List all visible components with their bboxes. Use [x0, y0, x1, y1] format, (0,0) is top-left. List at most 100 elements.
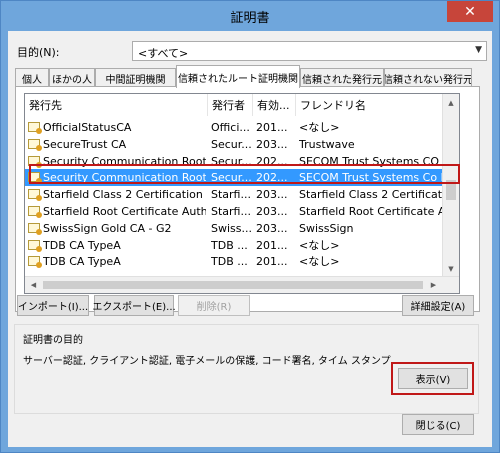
store-tabs: 個人 ほかの人 中間証明機関 信頼されたルート証明機関 信頼された発行元 信頼さ… — [15, 65, 475, 88]
tab-intermediate-ca[interactable]: 中間証明機関 — [95, 68, 176, 87]
scroll-left-icon[interactable]: ◀ — [25, 277, 42, 293]
cell-issued-to: Starfield Class 2 Certification A... — [43, 188, 206, 202]
cell-issuer: Starfi... — [211, 204, 251, 218]
cell-issuer: TDB ... — [211, 238, 248, 252]
list-row[interactable]: SecureTrust CA Secur... 203... Trustwave — [25, 136, 445, 153]
scroll-up-icon[interactable]: ▲ — [443, 94, 459, 111]
tab-untrusted-publishers[interactable]: 信頼されない発行元 — [384, 68, 472, 87]
cell-issuer: Secur... — [211, 137, 252, 151]
certificate-icon — [28, 256, 42, 269]
cell-issued-to: SecureTrust CA — [43, 137, 127, 151]
column-header-label: 発行先 — [29, 99, 62, 112]
scroll-right-icon[interactable]: ▶ — [425, 277, 442, 293]
column-header-label: 発行者 — [212, 99, 245, 112]
import-button[interactable]: インポート(I)... — [17, 295, 89, 316]
certificate-icon — [28, 122, 42, 134]
column-header-issuer[interactable]: 発行者 — [208, 94, 253, 116]
list-row[interactable]: TDB CA TypeA TDB ... 201... <なし> — [25, 253, 445, 270]
chevron-down-icon: ▼ — [475, 45, 482, 55]
purpose-label: 目的(N): — [17, 46, 60, 59]
cell-expiry: 203... — [256, 204, 288, 218]
list-row[interactable]: Starfield Root Certificate Autho... Star… — [25, 203, 445, 220]
purposes-text: サーバー認証, クライアント認証, 電子メールの保護, コード署名, タイム ス… — [23, 356, 391, 367]
list-rows: OfficialStatusCA Offici... 201... <なし> S… — [25, 119, 445, 270]
cell-issued-to: SwissSign Gold CA - G2 — [43, 221, 172, 235]
column-header-issued-to[interactable]: 発行先 — [25, 94, 208, 116]
title-bar[interactable]: 証明書 ✕ — [1, 1, 499, 31]
cell-friendly-name: <なし> — [299, 121, 340, 134]
tab-label: 個人 — [22, 74, 42, 86]
tab-trusted-publishers[interactable]: 信頼された発行元 — [300, 68, 384, 87]
dialog-client-area: 目的(N): <すべて> ▼ 個人 ほかの人 中間証明機関 信頼されたルート証明… — [8, 31, 492, 447]
tab-label: ほかの人 — [52, 74, 92, 86]
cell-friendly-name: Starfield Class 2 Certification A — [299, 188, 445, 202]
cell-expiry: 202... — [256, 154, 288, 168]
tab-personal[interactable]: 個人 — [15, 68, 49, 87]
delete-button[interactable]: 削除(R) — [178, 295, 250, 316]
cell-issued-to: Security Communication RootCA2 — [43, 171, 206, 185]
cell-issued-to: TDB CA TypeA — [43, 255, 121, 269]
certificate-icon — [28, 155, 42, 168]
cell-issued-to: OfficialStatusCA — [43, 121, 132, 134]
column-header-friendly-name[interactable]: フレンドリ名 — [296, 94, 445, 116]
cell-issued-to: Starfield Root Certificate Autho... — [43, 204, 206, 218]
cell-issuer: TDB ... — [211, 255, 248, 269]
tab-label: 信頼された発行元 — [302, 74, 382, 86]
certificate-icon — [28, 222, 42, 235]
advanced-button[interactable]: 詳細設定(A) — [402, 295, 474, 316]
cell-issuer: Offici... — [211, 121, 250, 134]
column-header-label: 有効... — [257, 99, 290, 112]
list-row[interactable]: Starfield Class 2 Certification A... Sta… — [25, 186, 445, 203]
close-button[interactable]: 閉じる(C) — [402, 414, 474, 435]
cell-expiry: 203... — [256, 221, 288, 235]
cell-expiry: 201... — [256, 255, 288, 269]
column-header-expiry[interactable]: 有効... — [253, 94, 296, 116]
view-button[interactable]: 表示(V) — [398, 368, 468, 389]
list-row-selected[interactable]: Security Communication RootCA2 Secur... … — [25, 169, 445, 187]
list-header: 発行先 発行者 有効... フレンドリ名 — [25, 94, 445, 116]
column-header-label: フレンドリ名 — [300, 99, 366, 112]
cell-friendly-name: Starfield Root Certificate Autho — [299, 204, 445, 218]
vertical-scrollbar[interactable]: ▲ ▼ — [442, 94, 459, 277]
list-row[interactable]: Security Communication RootCA1 Secur... … — [25, 153, 445, 170]
window-title: 証明書 — [230, 11, 270, 26]
certificate-icon — [28, 138, 42, 151]
certificate-icon — [28, 205, 42, 218]
cell-friendly-name: Trustwave — [299, 137, 355, 151]
export-button[interactable]: エクスポート(E)... — [92, 295, 176, 316]
tab-label: 信頼されたルート証明機関 — [178, 73, 298, 85]
vertical-scroll-thumb[interactable] — [446, 180, 456, 200]
cell-friendly-name: SwissSign — [299, 221, 354, 235]
horizontal-scrollbar[interactable]: ◀ ▶ — [25, 276, 459, 293]
certificate-list[interactable]: 発行先 発行者 有効... フレンドリ名 OfficialStatusCA Of… — [24, 93, 460, 294]
cell-issuer: Secur... — [211, 154, 252, 168]
cell-expiry: 203... — [256, 137, 288, 151]
list-row[interactable]: TDB CA TypeA TDB ... 201... <なし> — [25, 237, 445, 254]
list-row[interactable]: SwissSign Gold CA - G2 Swiss... 203... S… — [25, 220, 445, 237]
cell-friendly-name: SECOM Trust Systems Co Ltd. — [299, 171, 445, 185]
certificate-icon — [28, 239, 42, 252]
horizontal-scroll-thumb[interactable] — [43, 281, 423, 289]
cell-issuer: Secur... — [211, 171, 252, 185]
tab-trusted-root-ca[interactable]: 信頼されたルート証明機関 — [176, 65, 300, 88]
tab-label: 信頼されない発行元 — [384, 74, 472, 86]
cell-issuer: Swiss... — [211, 221, 252, 235]
purpose-select-value: <すべて> — [138, 47, 189, 60]
scroll-down-icon[interactable]: ▼ — [443, 260, 459, 277]
window-close-button[interactable]: ✕ — [447, 1, 493, 22]
list-row[interactable]: OfficialStatusCA Offici... 201... <なし> — [25, 119, 445, 136]
purpose-select[interactable]: <すべて> ▼ — [132, 41, 487, 61]
cell-expiry: 203... — [256, 188, 288, 202]
cell-expiry: 202... — [256, 171, 288, 185]
cell-expiry: 201... — [256, 238, 288, 252]
certificate-icon — [28, 172, 42, 185]
close-icon: ✕ — [464, 3, 476, 20]
cell-friendly-name: <なし> — [299, 255, 340, 269]
cell-issuer: Starfi... — [211, 188, 251, 202]
tab-label: 中間証明機関 — [105, 74, 166, 86]
cell-expiry: 201... — [256, 121, 288, 134]
certificate-dialog-window: 証明書 ✕ 目的(N): <すべて> ▼ 個人 ほかの人 中間証明機関 信頼され… — [0, 0, 500, 453]
tab-other-people[interactable]: ほかの人 — [49, 68, 95, 87]
cell-friendly-name: SECOM Trust Systems CO LTD — [299, 154, 445, 168]
cell-friendly-name: <なし> — [299, 238, 340, 252]
